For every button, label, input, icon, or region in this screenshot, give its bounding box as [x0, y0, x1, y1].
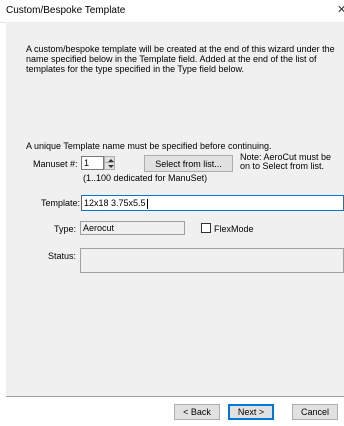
- status-box: [80, 248, 344, 273]
- type-value: Aerocut: [80, 221, 185, 235]
- wizard-window: Custom/Bespoke Template ✕ A custom/bespo…: [0, 0, 344, 426]
- title-bar: Custom/Bespoke Template ✕: [0, 0, 344, 23]
- arrow-up-icon: [108, 159, 114, 162]
- next-button[interactable]: Next >: [228, 404, 274, 420]
- window-title: Custom/Bespoke Template: [6, 5, 126, 16]
- back-button[interactable]: < Back: [174, 404, 220, 420]
- template-input-value: 12x18 3.75x5.5: [84, 198, 146, 208]
- manuset-input[interactable]: 1: [81, 156, 104, 170]
- aerocut-note: Note: AeroCut must be on to Select from …: [240, 152, 332, 171]
- manuset-hint: (1..100 dedicated for ManuSet): [83, 173, 208, 183]
- type-label: Type:: [54, 224, 77, 234]
- cancel-button[interactable]: Cancel: [292, 404, 338, 420]
- select-from-list-button[interactable]: Select from list...: [144, 155, 233, 172]
- manuset-spinner[interactable]: [104, 156, 115, 170]
- spin-down-button[interactable]: [105, 163, 114, 169]
- footer-divider: [6, 396, 344, 397]
- close-icon[interactable]: ✕: [337, 4, 344, 16]
- template-label: Template:: [41, 198, 81, 208]
- flexmode-label[interactable]: FlexMode: [214, 224, 254, 234]
- flexmode-checkbox[interactable]: [201, 223, 211, 233]
- status-label: Status:: [48, 251, 77, 261]
- template-input[interactable]: 12x18 3.75x5.5: [81, 195, 344, 211]
- notice-text: A unique Template name must be specified…: [26, 141, 272, 151]
- arrow-down-icon: [108, 165, 114, 168]
- text-caret: [146, 198, 148, 209]
- manuset-label: Manuset #:: [33, 159, 78, 169]
- intro-text: A custom/bespoke template will be create…: [26, 44, 335, 74]
